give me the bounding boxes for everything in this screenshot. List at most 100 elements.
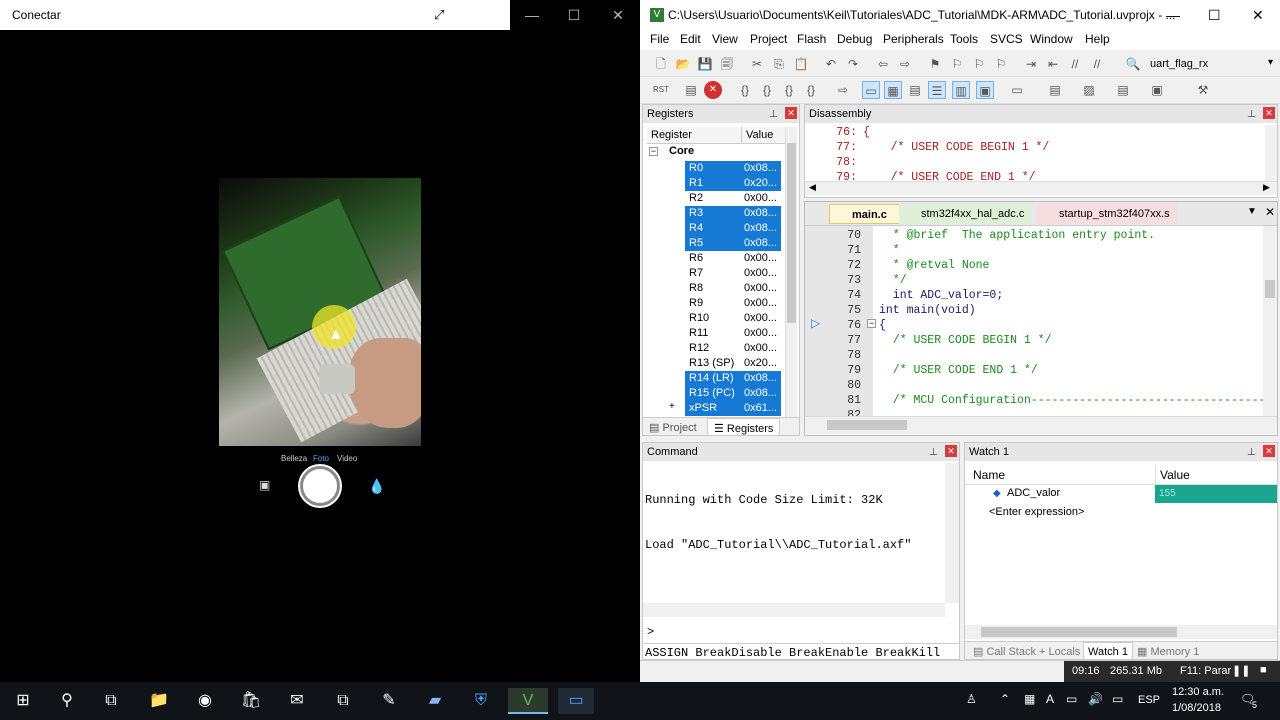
defender-icon[interactable]: ⛨: [468, 688, 494, 714]
chevron-up-icon[interactable]: ⌃: [1000, 692, 1010, 706]
close-icon[interactable]: ✕: [785, 107, 797, 119]
search-icon[interactable]: ⚲: [54, 688, 80, 714]
open-icon[interactable]: 📂: [674, 55, 692, 73]
run-icon[interactable]: ▤: [682, 81, 700, 99]
file-explorer-icon[interactable]: 📁: [146, 688, 172, 714]
task-view-icon[interactable]: ⧉: [98, 688, 124, 714]
maximize-button[interactable]: ☐: [552, 0, 596, 30]
paste-icon[interactable]: 📋: [792, 55, 810, 73]
chrome-icon[interactable]: ◉: [192, 688, 218, 714]
tab-call-stack[interactable]: ▤ Call Stack + Locals: [973, 645, 1080, 658]
unindent-icon[interactable]: ⇤: [1044, 55, 1062, 73]
mode-foto[interactable]: Foto: [313, 454, 329, 463]
register-row[interactable]: R13 (SP) 0x20...: [685, 356, 781, 371]
registers-window-icon[interactable]: ☰: [928, 81, 946, 99]
trace-window-icon[interactable]: ▤: [1114, 81, 1132, 99]
shutter-button[interactable]: [300, 466, 340, 506]
mode-video[interactable]: Video: [337, 454, 357, 463]
windows-start-icon[interactable]: ⊞: [10, 688, 36, 714]
register-row[interactable]: R4 0x08...: [685, 221, 781, 236]
tab-hal-adc[interactable]: stm32f4xx_hal_adc.c: [899, 204, 1031, 224]
menu-svcs[interactable]: SVCS: [990, 32, 1023, 46]
people-icon[interactable]: ♙: [966, 692, 977, 706]
register-row[interactable]: R14 (LR) 0x08...: [685, 371, 781, 386]
menu-debug[interactable]: Debug: [837, 32, 872, 46]
clock-time[interactable]: 12:30 a.m.: [1172, 686, 1224, 698]
minimize-button[interactable]: —: [1166, 0, 1180, 30]
code-line[interactable]: 70 * @brief The application entry point.: [805, 228, 1261, 243]
menu-tools[interactable]: Tools: [950, 32, 978, 46]
editor-hscroll[interactable]: [805, 416, 1277, 434]
minimize-button[interactable]: —: [510, 0, 554, 30]
pin-icon[interactable]: ⊥: [1247, 106, 1256, 124]
watch-hscroll[interactable]: [965, 625, 1277, 639]
scroll-thumb[interactable]: [981, 627, 1177, 637]
code-line[interactable]: 71 *: [805, 243, 1261, 258]
register-row[interactable]: xPSR 0x61...: [685, 401, 781, 416]
mode-belleza[interactable]: Belleza: [281, 454, 307, 463]
close-icon[interactable]: ✕: [1263, 445, 1275, 457]
menu-help[interactable]: Help: [1085, 32, 1110, 46]
toolbox-icon[interactable]: ⚒: [1194, 81, 1212, 99]
register-row[interactable]: R0 0x08...: [685, 161, 781, 176]
close-icon[interactable]: ✕: [1265, 205, 1275, 219]
clock-date[interactable]: 1/08/2018: [1172, 702, 1221, 714]
register-row[interactable]: R2 0x00...: [685, 191, 781, 206]
analysis-window-icon[interactable]: ▨: [1080, 81, 1098, 99]
new-file-icon[interactable]: 🗋: [652, 55, 670, 73]
keil-taskbar-icon[interactable]: V: [508, 688, 548, 714]
network-icon[interactable]: ▦: [1024, 692, 1035, 706]
step-over-icon[interactable]: {}: [758, 81, 776, 99]
register-row[interactable]: R6 0x00...: [685, 251, 781, 266]
undo-icon[interactable]: ↶: [822, 55, 840, 73]
menu-edit[interactable]: Edit: [680, 32, 701, 46]
disassembly-vscroll[interactable]: [1265, 125, 1277, 181]
close-icon[interactable]: ✕: [945, 445, 957, 457]
uncomment-icon[interactable]: //: [1088, 55, 1106, 73]
tab-startup[interactable]: startup_stm32f407xx.s: [1037, 204, 1177, 224]
menu-flash[interactable]: Flash: [797, 32, 826, 46]
code-line[interactable]: 81 /* MCU Configuration-----------------…: [805, 393, 1277, 408]
column-value[interactable]: Value: [741, 127, 773, 144]
bookmark-next-icon[interactable]: ⚐: [970, 55, 988, 73]
connect-taskbar-icon[interactable]: ▭: [558, 688, 594, 714]
app-icon[interactable]: ▰: [422, 688, 448, 714]
enter-expression[interactable]: <Enter expression>: [989, 506, 1084, 518]
filter-icon[interactable]: 💧: [368, 478, 385, 495]
register-row[interactable]: R7 0x00...: [685, 266, 781, 281]
code-line[interactable]: 75 int main(void): [805, 303, 1261, 318]
step-into-icon[interactable]: {}: [736, 81, 754, 99]
tab-memory-1[interactable]: ▦ Memory 1: [1137, 645, 1199, 658]
system-viewer-icon[interactable]: ▣: [1148, 81, 1166, 99]
volume-icon[interactable]: 🔊: [1088, 692, 1103, 706]
code-line[interactable]: 79 /* USER CODE END 1 */: [805, 363, 1261, 378]
register-row[interactable]: R15 (PC) 0x08...: [685, 386, 781, 401]
watch-var-value[interactable]: 155: [1155, 485, 1277, 503]
save-icon[interactable]: 💾: [696, 55, 714, 73]
command-input[interactable]: >: [647, 625, 654, 639]
register-row[interactable]: R8 0x00...: [685, 281, 781, 296]
save-all-icon[interactable]: 🗐: [718, 55, 736, 73]
close-button[interactable]: ✕: [596, 0, 640, 30]
stop-square-icon[interactable]: ■: [1260, 664, 1267, 676]
code-line[interactable]: 72 * @retval None: [805, 258, 1261, 273]
expand-icon[interactable]: ⤢: [434, 0, 444, 30]
step-out-icon[interactable]: {}: [780, 81, 798, 99]
menu-peripherals[interactable]: Peripherals: [883, 32, 944, 46]
register-row[interactable]: R3 0x08...: [685, 206, 781, 221]
scroll-thumb[interactable]: [1265, 280, 1275, 298]
scroll-left-icon[interactable]: ◀: [809, 182, 816, 193]
editor-vscroll[interactable]: [1263, 226, 1277, 416]
code-line[interactable]: 77 /* USER CODE BEGIN 1 */: [805, 333, 1261, 348]
watch-window-icon[interactable]: ▣: [976, 81, 994, 99]
display-icon[interactable]: ▭: [1112, 692, 1123, 706]
expand-icon[interactable]: +: [669, 401, 675, 412]
stop-icon[interactable]: ✕: [704, 81, 722, 99]
column-name[interactable]: Name: [973, 465, 1005, 485]
menu-project[interactable]: Project: [750, 32, 787, 46]
remote-desktop-icon[interactable]: ⧉: [330, 688, 356, 714]
adobe-icon[interactable]: A: [1046, 692, 1054, 706]
serial-window-icon[interactable]: ▤: [1046, 81, 1064, 99]
code-line[interactable]: 73 */: [805, 273, 1261, 288]
register-row[interactable]: R1 0x20...: [685, 176, 781, 191]
